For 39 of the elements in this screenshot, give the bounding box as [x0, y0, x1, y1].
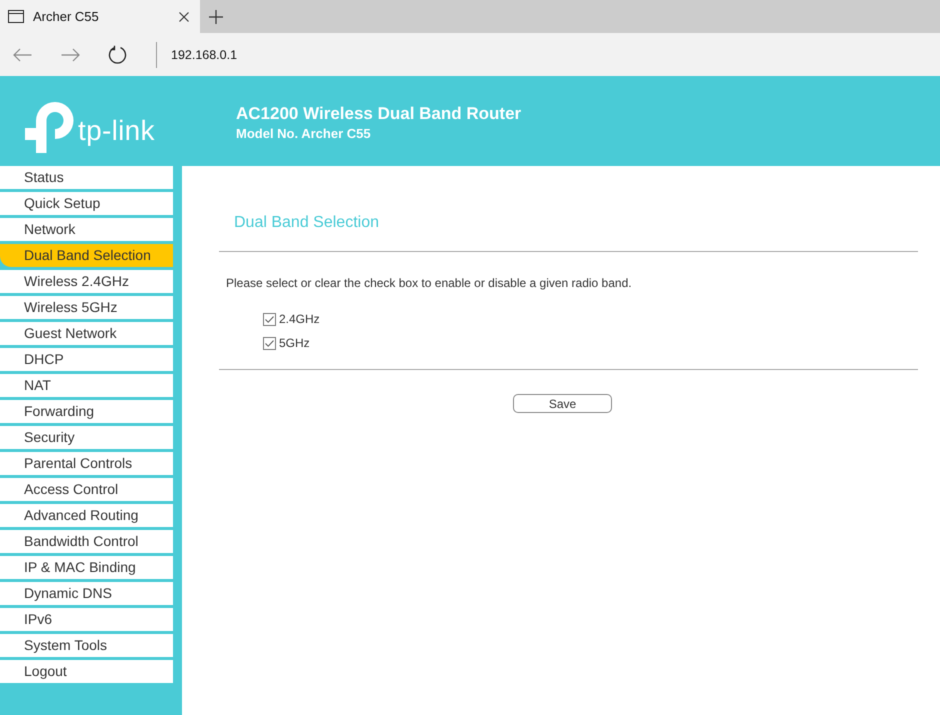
checkbox[interactable]: [263, 312, 276, 326]
save-button[interactable]: Save: [513, 394, 612, 413]
menu-item[interactable]: Advanced Routing: [0, 504, 173, 527]
menu-item[interactable]: IPv6: [0, 608, 173, 631]
forward-arrow-icon[interactable]: [61, 48, 80, 62]
menu-item[interactable]: Status: [0, 166, 173, 189]
checkbox[interactable]: [263, 336, 276, 350]
checkbox-label: 2.4GHz: [279, 312, 320, 326]
section-title: Dual Band Selection: [234, 214, 380, 232]
browser-tab[interactable]: Archer C55: [0, 0, 200, 33]
instruction-text: Please select or clear the check box to enable or disable a given radio band.: [226, 276, 633, 290]
menu-item[interactable]: Bandwidth Control: [0, 530, 173, 553]
menu-item[interactable]: Logout: [0, 660, 173, 683]
refresh-icon[interactable]: [108, 45, 127, 64]
address-field[interactable]: 192.168.0.1: [171, 46, 238, 64]
plus-icon[interactable]: [209, 10, 223, 24]
menu-item[interactable]: NAT: [0, 374, 173, 397]
logo-text: tp-link: [78, 117, 155, 145]
menu-item[interactable]: Dual Band Selection: [0, 244, 173, 267]
menu-item[interactable]: IP & MAC Binding: [0, 556, 173, 579]
model-number: Model No. Archer C55: [236, 126, 372, 142]
menu-item[interactable]: Quick Setup: [0, 192, 173, 215]
back-arrow-icon[interactable]: [13, 48, 32, 62]
menu-item[interactable]: Security: [0, 426, 173, 449]
menu-item[interactable]: Network: [0, 218, 173, 241]
menu-item[interactable]: Guest Network: [0, 322, 173, 345]
router-title: AC1200 Wireless Dual Band Router: [236, 104, 522, 124]
menu-item[interactable]: Dynamic DNS: [0, 582, 173, 605]
checkbox-label: 5GHz: [279, 336, 310, 350]
menu-item[interactable]: Parental Controls: [0, 452, 173, 475]
close-icon[interactable]: [179, 12, 189, 22]
menu-item[interactable]: Wireless 2.4GHz: [0, 270, 173, 293]
menu-item[interactable]: System Tools: [0, 634, 173, 657]
window-icon: [8, 10, 24, 23]
menu-item[interactable]: DHCP: [0, 348, 173, 371]
menu-item[interactable]: Forwarding: [0, 400, 173, 423]
logo-mark-icon: [25, 101, 74, 153]
menu-item[interactable]: Wireless 5GHz: [0, 296, 173, 319]
menu-item[interactable]: Access Control: [0, 478, 173, 501]
